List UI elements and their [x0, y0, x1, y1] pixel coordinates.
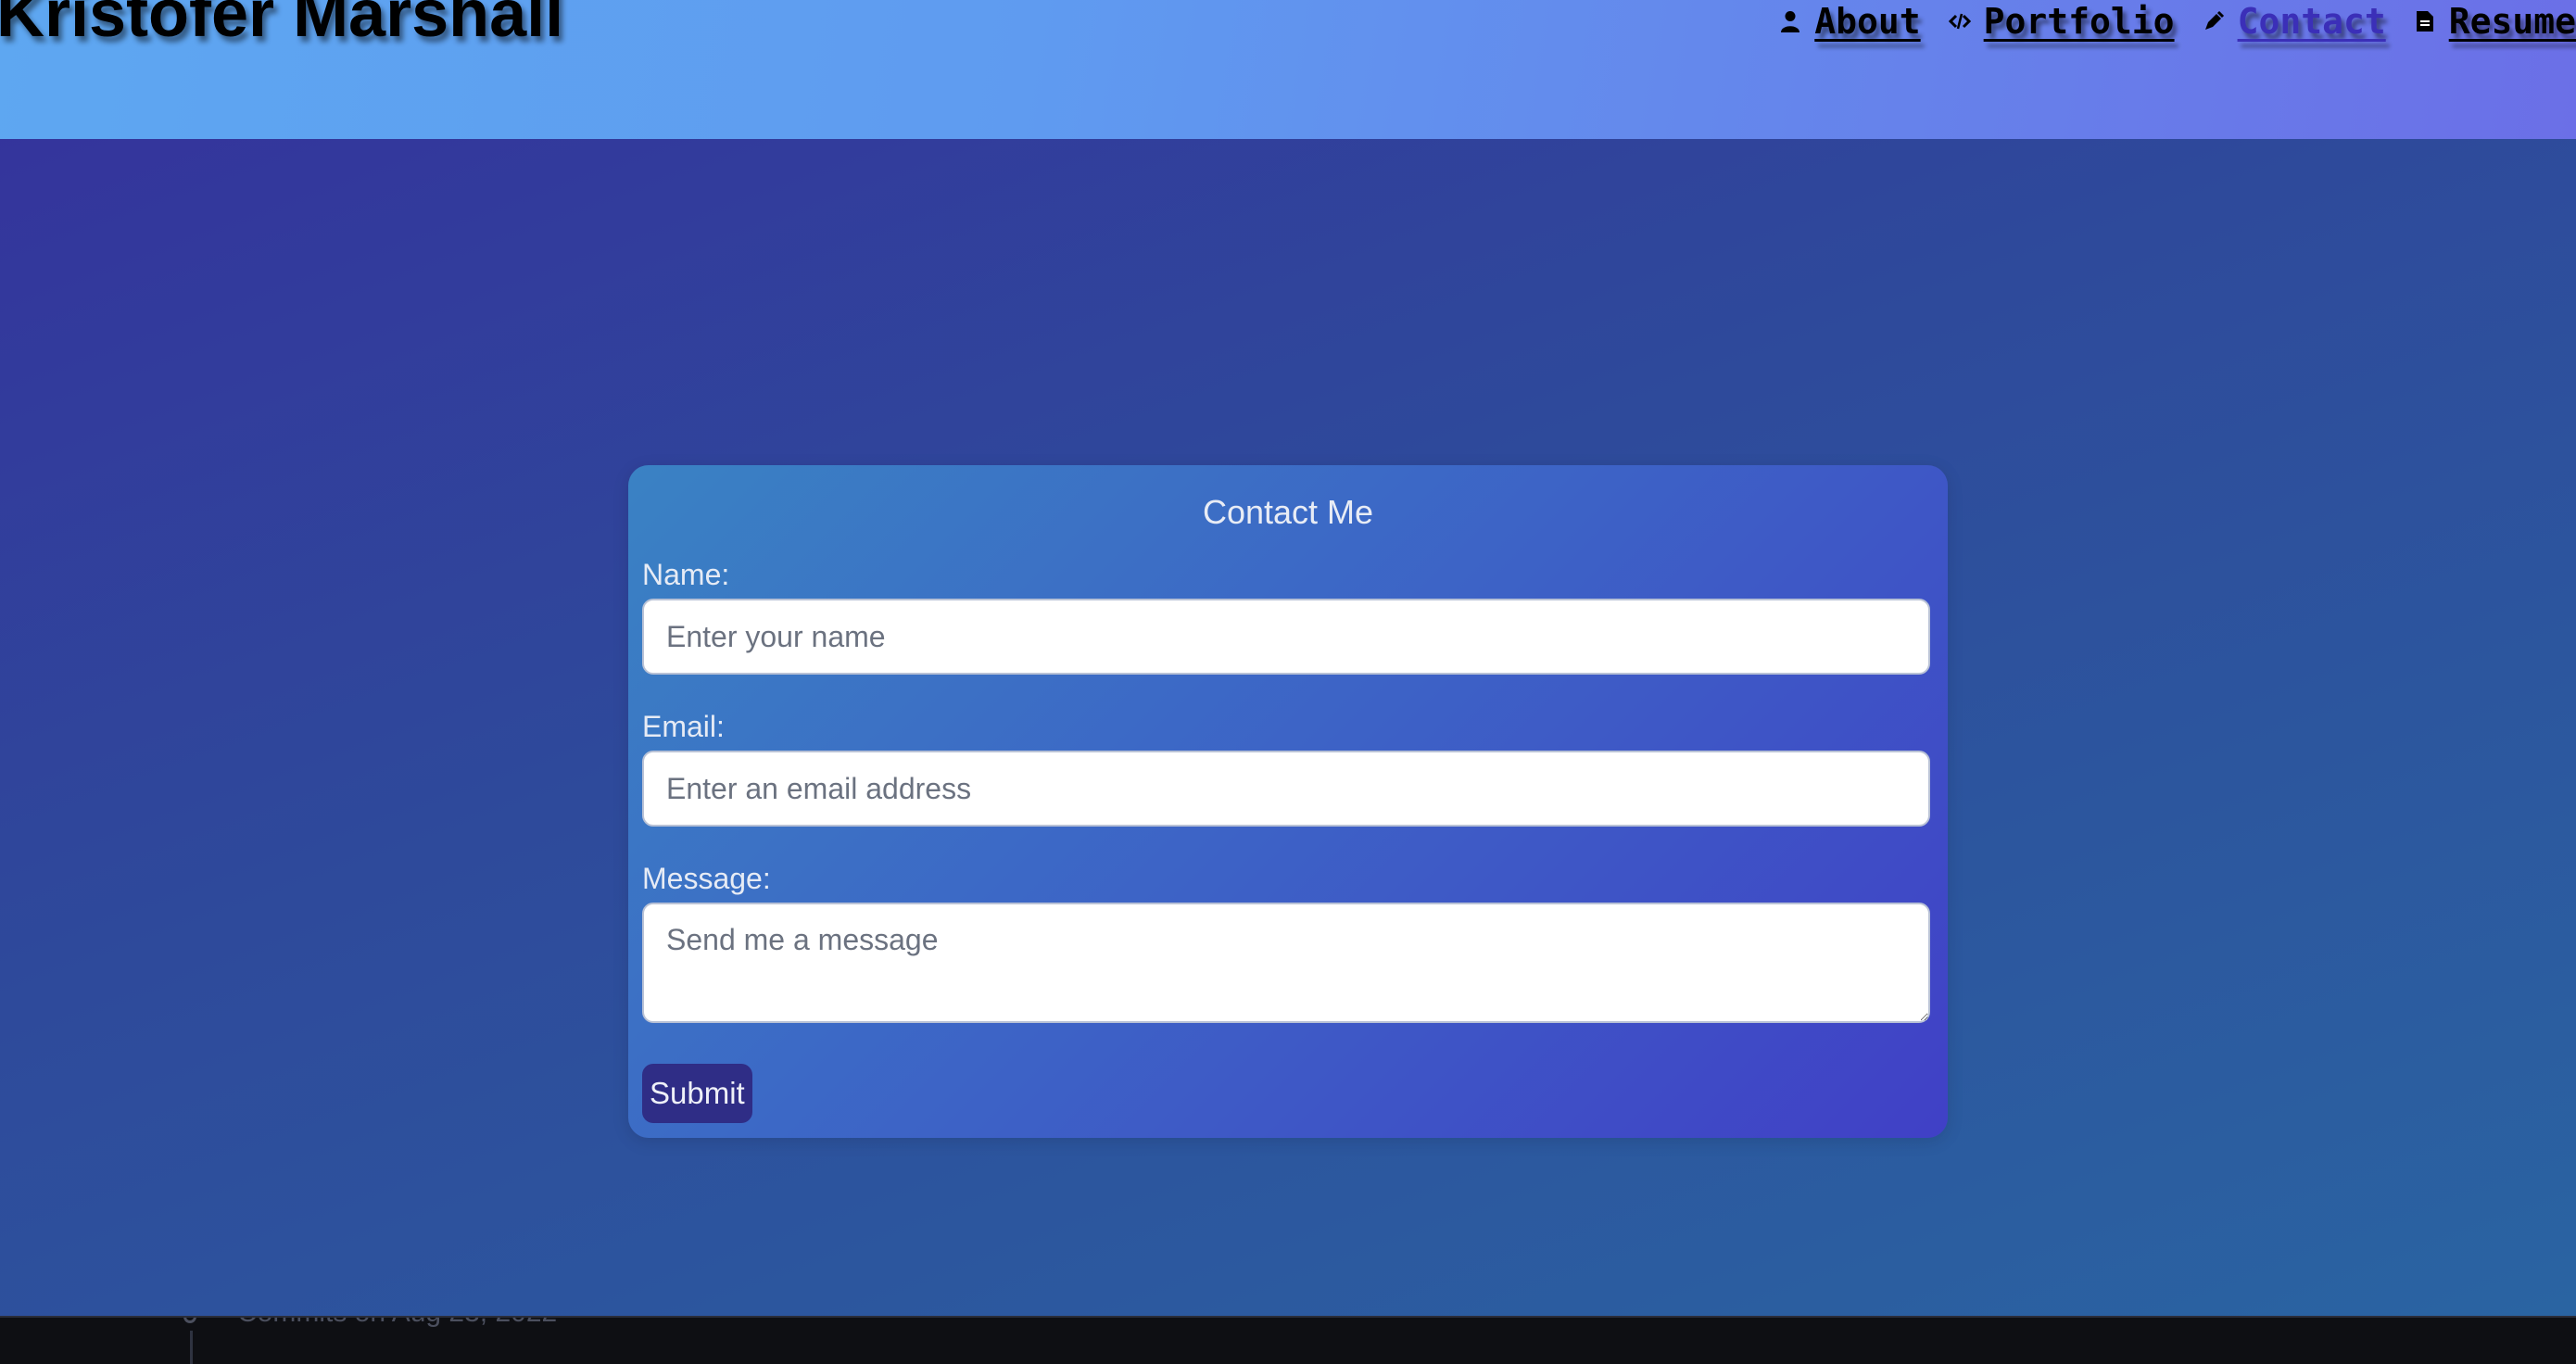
nav-portfolio-link[interactable]: Portfolio — [1948, 1, 2175, 42]
message-textarea[interactable] — [642, 903, 1930, 1023]
nav-about-label: About — [1814, 1, 1921, 42]
nav-portfolio-label: Portfolio — [1983, 1, 2175, 42]
code-icon — [1948, 9, 1971, 33]
nav-contact-label: Contact — [2237, 1, 2386, 42]
pen-icon — [2203, 9, 2225, 33]
message-label: Message: — [642, 862, 771, 895]
page: Kristofer Marshall About Portfolio Conta… — [0, 0, 2576, 1316]
timeline-line — [190, 1331, 193, 1364]
nav-resume-link[interactable]: Resume — [2414, 1, 2576, 42]
email-label: Email: — [642, 710, 725, 743]
submit-button[interactable]: Submit — [642, 1064, 752, 1123]
user-icon — [1779, 9, 1801, 33]
nav-contact-link[interactable]: Contact — [2203, 1, 2386, 42]
site-header: Kristofer Marshall About Portfolio Conta… — [0, 0, 2576, 139]
commit-dot-icon — [183, 1318, 196, 1323]
name-label: Name: — [642, 558, 730, 591]
contact-form: Contact Me Name: Email: Message: Submit — [628, 465, 1948, 1138]
file-icon — [2414, 9, 2436, 33]
nav-resume-label: Resume — [2448, 1, 2576, 42]
name-input[interactable] — [642, 599, 1930, 675]
email-input[interactable] — [642, 751, 1930, 827]
background-window-strip: Commits on Aug 23, 2022 — [0, 1316, 2576, 1364]
contact-form-title: Contact Me — [1202, 493, 1374, 531]
main-nav: About Portfolio Contact Resume — [1779, 0, 2576, 43]
commit-date-text: Commits on Aug 23, 2022 — [237, 1318, 557, 1329]
nav-about-link[interactable]: About — [1779, 1, 1921, 42]
site-brand[interactable]: Kristofer Marshall — [0, 0, 563, 52]
